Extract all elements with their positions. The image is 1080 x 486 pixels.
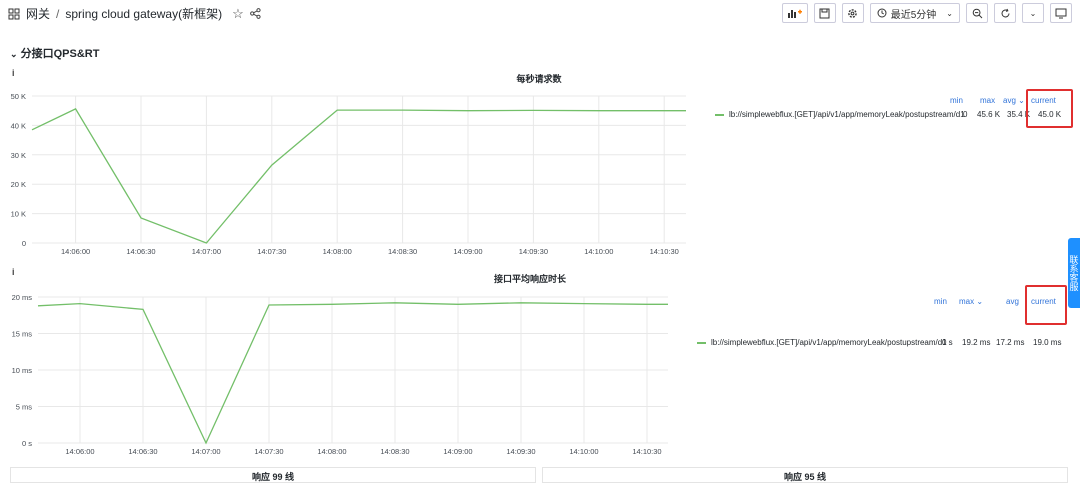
panel-info-icon[interactable]: i bbox=[12, 68, 15, 78]
legend-series-swatch bbox=[715, 114, 724, 116]
zoom-out-icon bbox=[972, 8, 983, 19]
legend-header-avg[interactable]: avg ⌄ bbox=[1003, 96, 1025, 105]
chevron-down-icon: ⌄ bbox=[946, 9, 953, 18]
legend-series-name[interactable]: lb://simplewebflux.[GET]/api/v1/app/memo… bbox=[729, 110, 965, 119]
zoom-out-button[interactable] bbox=[966, 3, 988, 23]
series-line bbox=[32, 109, 686, 243]
chevron-down-icon: ⌄ bbox=[10, 49, 18, 59]
legend-header-max[interactable]: max ⌄ bbox=[959, 297, 983, 306]
legend-header-min[interactable]: min bbox=[934, 297, 947, 306]
x-tick-label: 14:06:00 bbox=[65, 447, 94, 456]
star-icon[interactable]: ☆ bbox=[232, 6, 244, 22]
legend-min-value: 0 bbox=[963, 110, 967, 119]
legend-header-avg[interactable]: avg bbox=[1006, 297, 1019, 306]
legend-series-name[interactable]: lb://simplewebflux.[GET]/api/v1/app/memo… bbox=[711, 338, 947, 347]
x-tick-label: 14:10:30 bbox=[650, 247, 679, 256]
x-tick-label: 14:08:30 bbox=[380, 447, 409, 456]
dashboard-grid-icon[interactable] bbox=[8, 8, 20, 20]
x-tick-label: 14:06:30 bbox=[126, 247, 155, 256]
y-tick-label: 0 s bbox=[22, 439, 32, 448]
dashboard-toolbar: 最近5分钟 ⌄ ⌄ bbox=[782, 3, 1072, 23]
x-tick-label: 14:07:30 bbox=[254, 447, 283, 456]
side-tab-label: 联系客服 bbox=[1068, 255, 1080, 291]
breadcrumb: 网关 / spring cloud gateway(新框架) ☆ bbox=[8, 5, 261, 22]
y-tick-label: 10 ms bbox=[12, 366, 33, 375]
save-icon bbox=[819, 8, 830, 19]
y-tick-label: 50 K bbox=[11, 92, 26, 101]
panel-p95[interactable]: 响应 95 线 bbox=[542, 467, 1068, 483]
clock-icon bbox=[877, 8, 887, 18]
share-icon[interactable] bbox=[250, 8, 261, 19]
x-tick-label: 14:10:00 bbox=[569, 447, 598, 456]
gear-icon bbox=[847, 8, 858, 19]
y-tick-label: 15 ms bbox=[12, 330, 33, 339]
x-tick-label: 14:09:30 bbox=[506, 447, 535, 456]
row-title-label: 分接口QPS&RT bbox=[21, 48, 100, 60]
highlight-box bbox=[1026, 89, 1073, 128]
legend-max-value: 19.2 ms bbox=[962, 338, 990, 347]
monitor-icon bbox=[1055, 8, 1067, 19]
clipped-previous-panel bbox=[88, 26, 848, 32]
y-tick-label: 30 K bbox=[11, 151, 26, 160]
refresh-icon bbox=[1000, 8, 1011, 19]
tv-mode-button[interactable] bbox=[1050, 3, 1072, 23]
breadcrumb-separator: / bbox=[56, 7, 59, 21]
panel-title[interactable]: 接口平均响应时长 bbox=[470, 272, 590, 285]
y-tick-label: 40 K bbox=[11, 121, 26, 130]
x-tick-label: 14:09:30 bbox=[519, 247, 548, 256]
add-panel-button[interactable] bbox=[782, 3, 808, 23]
x-tick-label: 14:07:00 bbox=[192, 247, 221, 256]
x-tick-label: 14:10:00 bbox=[584, 247, 613, 256]
row-title[interactable]: ⌄ 分接口QPS&RT bbox=[10, 45, 99, 61]
legend-min-value: 0 s bbox=[942, 338, 953, 347]
panel-title[interactable]: 每秒请求数 bbox=[480, 72, 598, 85]
refresh-button[interactable] bbox=[994, 3, 1016, 23]
x-tick-label: 14:08:30 bbox=[388, 247, 417, 256]
y-tick-label: 20 K bbox=[11, 180, 26, 189]
y-tick-label: 10 K bbox=[11, 210, 26, 219]
time-range-label: 最近5分钟 bbox=[891, 6, 937, 21]
refresh-interval-dropdown[interactable]: ⌄ bbox=[1022, 3, 1044, 23]
x-tick-label: 14:10:30 bbox=[632, 447, 661, 456]
save-dashboard-button[interactable] bbox=[814, 3, 836, 23]
panel-info-icon[interactable]: i bbox=[12, 267, 15, 277]
y-tick-label: 0 bbox=[22, 239, 26, 248]
time-range-picker[interactable]: 最近5分钟 ⌄ bbox=[870, 3, 960, 23]
qps-line-chart: 50 K 40 K 30 K 20 K 10 K 0 14:06:00 14:06:30 14:… bbox=[0, 86, 700, 262]
x-tick-label: 14:06:00 bbox=[61, 247, 90, 256]
x-tick-label: 14:09:00 bbox=[443, 447, 472, 456]
settings-button[interactable] bbox=[842, 3, 864, 23]
breadcrumb-dashboard-title[interactable]: spring cloud gateway(新框架) bbox=[65, 5, 222, 22]
x-tick-label: 14:06:30 bbox=[128, 447, 157, 456]
legend-header-min[interactable]: min bbox=[950, 96, 963, 105]
chevron-down-icon: ⌄ bbox=[1030, 9, 1037, 18]
customer-service-tab[interactable]: 联系客服 bbox=[1068, 238, 1080, 308]
legend-max-value: 45.6 K bbox=[977, 110, 1000, 119]
legend-avg-value: 17.2 ms bbox=[996, 338, 1024, 347]
legend-series-swatch bbox=[697, 342, 706, 344]
x-tick-label: 14:08:00 bbox=[323, 247, 352, 256]
x-tick-label: 14:07:00 bbox=[191, 447, 220, 456]
panel-p99[interactable]: 响应 99 线 bbox=[10, 467, 536, 483]
legend-header-max[interactable]: max bbox=[980, 96, 995, 105]
dashboard-navbar: 网关 / spring cloud gateway(新框架) ☆ 最近5分钟 bbox=[0, 0, 1080, 26]
response-time-line-chart: 20 ms 15 ms 10 ms 5 ms 0 s 14:06:00 14:06:30 14… bbox=[0, 287, 700, 459]
breadcrumb-folder[interactable]: 网关 bbox=[26, 5, 50, 22]
x-tick-label: 14:08:00 bbox=[317, 447, 346, 456]
x-tick-label: 14:07:30 bbox=[257, 247, 286, 256]
legend-current-value: 19.0 ms bbox=[1033, 338, 1061, 347]
x-tick-label: 14:09:00 bbox=[453, 247, 482, 256]
highlight-box bbox=[1025, 285, 1067, 325]
y-tick-label: 20 ms bbox=[12, 293, 33, 302]
series-line bbox=[38, 303, 668, 443]
y-tick-label: 5 ms bbox=[16, 403, 33, 412]
add-panel-icon bbox=[787, 7, 803, 19]
